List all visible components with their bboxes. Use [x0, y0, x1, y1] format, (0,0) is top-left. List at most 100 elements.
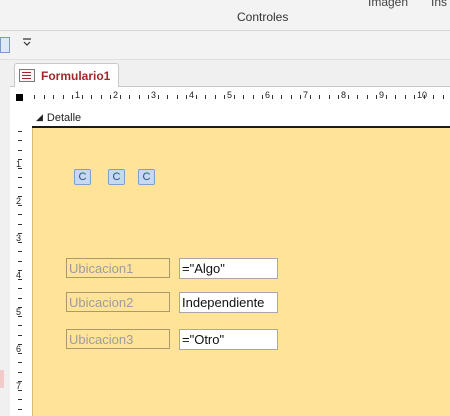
ruler-tick [18, 260, 22, 262]
ruler-tick [18, 251, 22, 253]
form-designer: 1234567891011 ◢ Detalle 1234567 C C C Ub… [10, 87, 450, 416]
ruler-tick [376, 95, 377, 99]
ruler-tick [18, 362, 22, 364]
ruler-tick [18, 195, 22, 197]
ruler-tick [18, 288, 22, 290]
ruler-tick [91, 95, 92, 99]
ruler-tick [262, 95, 263, 99]
field-textbox-ubicacion3[interactable]: ="Otro" [179, 329, 278, 350]
ruler-tick [18, 177, 22, 179]
ruler-tick [347, 95, 349, 99]
tab-formulario1[interactable]: Formulario1 [14, 63, 120, 87]
ruler-number: 4 [189, 90, 195, 100]
ribbon-group-controls-label: Controles [237, 10, 289, 24]
horizontal-ruler[interactable]: 1234567891011 [32, 89, 450, 105]
ruler-tick [18, 380, 22, 382]
ruler-tick [100, 95, 102, 99]
ruler-tick [18, 297, 22, 299]
section-expand-icon: ◢ [36, 112, 43, 122]
ruler-tick [176, 95, 178, 99]
vertical-ruler[interactable]: 1234567 [12, 127, 28, 416]
field-textbox-ubicacion1[interactable]: ="Algo" [179, 258, 278, 279]
ruler-number: 9 [379, 90, 385, 100]
ruler-tick [205, 95, 206, 99]
ruler-tick [18, 316, 22, 317]
detail-section-canvas[interactable]: C C C Ubicacion1 ="Algo" Ubicacion2 Inde… [32, 128, 450, 416]
ruler-tick [18, 158, 22, 160]
toolbar-icon[interactable] [0, 37, 10, 53]
ruler-tick [395, 95, 396, 99]
ruler-tick [43, 95, 45, 99]
ruler-tick [18, 408, 22, 410]
ruler-tick [18, 168, 22, 169]
ruler-tick [319, 95, 320, 99]
ruler-tick [404, 95, 406, 99]
ruler-tick [423, 95, 425, 99]
ruler-tick [62, 95, 64, 99]
ruler-tick [72, 95, 73, 99]
field-label-ubicacion1[interactable]: Ubicacion1 [66, 258, 170, 278]
ruler-tick [18, 399, 22, 401]
ruler-tick [18, 131, 22, 132]
ruler-number: 7 [303, 90, 309, 100]
ruler-tick [252, 95, 254, 99]
section-bar-detalle[interactable]: ◢ Detalle [32, 109, 450, 128]
navigation-pane-marker [0, 370, 4, 388]
ruler-tick [233, 95, 235, 99]
ruler-number: 2 [113, 90, 119, 100]
ruler-tick [18, 390, 22, 391]
ruler-tick [338, 95, 339, 99]
field-label-ubicacion2[interactable]: Ubicacion2 [66, 292, 170, 312]
customize-dropdown-icon[interactable] [22, 37, 34, 51]
ruler-tick [195, 95, 197, 99]
ruler-number: 1 [75, 90, 81, 100]
ruler-tick [290, 95, 292, 99]
ruler-tick [281, 95, 282, 99]
field-label-ubicacion3[interactable]: Ubicacion3 [66, 329, 170, 349]
ruler-tick [18, 149, 22, 151]
ruler-tick [81, 95, 83, 99]
ruler-tick [18, 242, 22, 243]
ruler-tick [110, 95, 111, 99]
ruler-tick [385, 95, 387, 99]
ruler-number: 3 [151, 90, 157, 100]
ruler-tick [148, 95, 149, 99]
option-button-3[interactable]: C [138, 169, 155, 185]
ruler-tick [18, 325, 22, 327]
tab-title: Formulario1 [41, 68, 111, 83]
ruler-tick [18, 186, 22, 188]
ribbon-insert-label[interactable]: Ins [431, 0, 447, 9]
ruler-tick [300, 95, 301, 99]
ruler-number: 6 [265, 90, 271, 100]
option-button-1[interactable]: C [74, 169, 91, 185]
field-textbox-ubicacion2[interactable]: Independiente [179, 292, 278, 313]
form-selector[interactable] [12, 89, 26, 105]
ruler-tick [414, 95, 415, 99]
ruler-tick [18, 279, 22, 280]
ruler-number: 10 [417, 90, 428, 100]
ruler-tick [138, 95, 140, 99]
ruler-tick [18, 205, 22, 206]
ruler-tick [18, 353, 22, 354]
section-name: Detalle [46, 111, 82, 124]
ruler-number: 5 [227, 90, 233, 100]
form-icon [19, 69, 35, 82]
ruler-tick [214, 95, 216, 99]
ruler-tick [53, 95, 54, 99]
option-button-2[interactable]: C [108, 169, 125, 185]
ribbon-image-label[interactable]: Imagen [368, 0, 408, 9]
ruler-tick [433, 95, 434, 99]
ruler-tick [18, 140, 22, 142]
ruler-tick [157, 95, 159, 99]
ruler-tick [271, 95, 273, 99]
ruler-tick [18, 343, 22, 345]
ruler-tick [243, 95, 244, 99]
ruler-tick [18, 371, 22, 373]
ruler-tick [357, 95, 358, 99]
ruler-tick [167, 95, 168, 99]
ruler-tick [186, 95, 187, 99]
ruler-tick [442, 95, 444, 99]
ruler-tick [18, 334, 22, 336]
ribbon: Imagen Ins Controles [0, 0, 450, 31]
ruler-tick [366, 95, 368, 99]
